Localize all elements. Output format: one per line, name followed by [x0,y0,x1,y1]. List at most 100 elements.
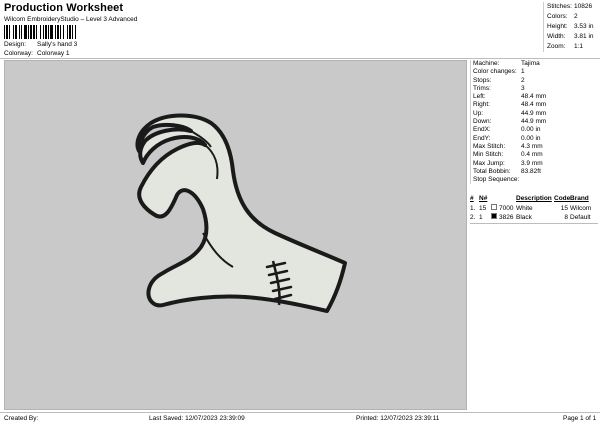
table-divider [470,223,598,224]
table-row: 2. 1 3826 Black 8 Default [470,213,598,221]
info-label: Max Jump: [473,159,505,167]
stat-value: 3.53 in [574,22,594,30]
stop-sequence-title: Stop Sequence: [473,176,598,184]
col-num: # [470,195,474,202]
stat-label: Stitches: [547,3,572,10]
row-code: 7000 [499,204,514,212]
info-value: Tajima [521,60,540,67]
info-value: 44.9 mm [521,118,547,126]
info-row: Down: 44.9 mm [473,118,598,126]
software-subtitle: Wilcom EmbroideryStudio – Level 3 Advanc… [4,16,138,23]
info-row: Stops: 2 [473,77,598,85]
info-label: EndX: [473,126,491,134]
row-code2: 8 [564,213,568,221]
stat-label: Height: [547,22,568,30]
stat-label: Colors: [547,12,568,20]
stat-row: Zoom: 1:1 [547,42,594,52]
info-row: Left: 48.4 mm [473,93,598,101]
worksheet-title: Production Worksheet [4,2,124,14]
info-label: Stops: [473,76,492,84]
row-brand: Wilcom [570,204,592,212]
info-value: 48.4 mm [521,93,547,101]
stat-label: Zoom: [547,42,566,50]
row-needle: 1 [479,213,483,221]
stop-sequence-header: # N# Description Code Brand [470,195,598,202]
table-row: 1. 15 7000 White 15 Wilcom [470,204,598,212]
production-worksheet: Production Worksheet Wilcom EmbroiderySt… [0,0,600,424]
info-value: 1 [521,68,525,76]
info-row: Max Stitch: 4.3 mm [473,143,598,151]
info-value: 48.4 mm [521,101,547,109]
stat-row: Colors: 2 [547,12,594,22]
colorway-row: Colorway: Colorway 1 [4,50,70,57]
info-row: Total Bobbin: 83.82ft [473,168,598,176]
row-num: 2. [470,213,476,221]
page-number: Page 1 of 1 [563,415,597,422]
stat-value: 2 [574,12,578,20]
info-row: Up: 44.9 mm [473,110,598,118]
printed-date: Printed: 12/07/2023 23:39:11 [356,415,440,422]
col-description: Description [516,195,552,202]
info-value: 0.00 in [521,134,541,142]
row-code2: 15 [560,204,568,212]
info-label: Up: [473,109,484,117]
stat-label: Width: [547,32,566,40]
design-stats: Stitches: 10826 Colors: 2 Height: 3.53 in W… [543,2,594,52]
colorway-label: Colorway: [4,50,33,57]
col-brand: Brand [570,195,589,202]
stat-value: 1:1 [574,42,584,50]
info-row: Trims: 3 [473,85,598,93]
created-by: Created By: [4,415,39,422]
color-swatch [491,213,497,219]
embroidery-hand-image [135,113,347,313]
row-num: 1. [470,204,476,212]
hand-shape [135,113,347,313]
info-label: Min Stitch: [473,151,504,159]
row-code: 3826 [499,213,514,221]
color-swatch [491,204,497,210]
machine-info: Machine: Tajima Color changes: 1 Stops: 2 T… [470,60,598,185]
last-saved: Last Saved: 12/07/2023 23:39:09 [149,415,245,422]
stat-value: 10826 [574,3,593,10]
info-row: Max Jump: 3.9 mm [473,160,598,168]
info-value: 4.3 mm [521,142,543,150]
stat-row: Height: 3.53 in [547,22,594,32]
info-value: 44.9 mm [521,109,547,117]
info-label: Color changes: [473,68,517,76]
info-value: 2 [521,76,525,84]
info-row: EndX: 0.00 in [473,126,598,134]
row-description: Black [516,213,532,221]
info-row: Min Stitch: 0.4 mm [473,151,598,159]
info-value: 0.4 mm [521,151,543,159]
design-preview [4,60,467,410]
col-code: Code [554,195,571,202]
header-divider [0,58,600,59]
info-label: Trims: [473,84,491,92]
footer: Created By: Last Saved: 12/07/2023 23:39… [0,412,600,424]
col-needle: N# [479,195,488,202]
info-row: Color changes: 1 [473,68,598,76]
info-label: Max Stitch: [473,142,506,150]
info-label: Down: [473,118,492,126]
row-needle: 15 [479,204,487,212]
info-label: EndY: [473,134,491,142]
info-label: Total Bobbin: [473,167,511,175]
info-row: Right: 48.4 mm [473,101,598,109]
barcode [4,25,114,39]
info-row: Machine: Tajima [473,60,598,68]
design-label: Design: [4,41,27,48]
info-label: Machine: [473,60,500,67]
info-value: 3.9 mm [521,159,543,167]
stop-sequence-label: Stop Sequence: [473,176,520,184]
info-label: Left: [473,93,486,101]
stat-row: Stitches: 10826 [547,2,594,12]
stat-row: Width: 3.81 in [547,32,594,42]
info-row: EndY: 0.00 in [473,135,598,143]
row-description: White [516,204,533,212]
info-value: 0.00 in [521,126,541,134]
design-value: Sally's hand 3 [37,41,78,48]
design-row: Design: Sally's hand 3 [4,41,77,48]
row-brand: Default [570,213,591,221]
info-value: 3 [521,84,525,92]
info-value: 83.82ft [521,167,541,175]
